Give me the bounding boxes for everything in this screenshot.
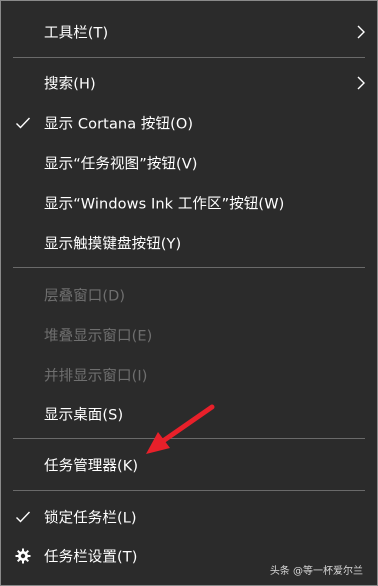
menu-item-cascade-windows: 层叠窗口(D)	[1, 275, 377, 315]
menu-item-label: 显示触摸键盘按钮(Y)	[44, 236, 182, 253]
menu-item-side-by-side-windows: 并排显示窗口(I)	[1, 355, 377, 395]
menu-item-show-task-view-button[interactable]: 显示“任务视图”按钮(V)	[1, 143, 377, 183]
menu-item-label: 显示桌面(S)	[44, 407, 124, 424]
menu-item-show-desktop[interactable]: 显示桌面(S)	[1, 394, 377, 434]
chevron-right-icon	[357, 25, 365, 39]
taskbar-context-menu: 工具栏(T) 搜索(H) 显示 Cortana 按钮(O) 显示“任务视图”按钮…	[0, 0, 378, 586]
menu-item-show-cortana-button[interactable]: 显示 Cortana 按钮(O)	[1, 103, 377, 143]
menu-item-label: 显示“Windows Ink 工作区”按钮(W)	[44, 196, 285, 213]
menu-item-show-touch-keyboard-button[interactable]: 显示触摸键盘按钮(Y)	[1, 223, 377, 263]
menu-item-label: 任务管理器(K)	[44, 458, 139, 475]
menu-item-show-windows-ink-button[interactable]: 显示“Windows Ink 工作区”按钮(W)	[1, 183, 377, 223]
menu-separator	[13, 267, 365, 268]
checkmark-icon	[16, 117, 31, 129]
menu-item-label: 显示“任务视图”按钮(V)	[44, 156, 198, 173]
menu-item-label: 层叠窗口(D)	[44, 288, 126, 305]
menu-separator	[13, 490, 365, 491]
menu-item-label: 工具栏(T)	[44, 25, 109, 42]
menu-separator	[13, 438, 365, 439]
menu-item-lock-taskbar[interactable]: 锁定任务栏(L)	[1, 497, 377, 537]
menu-item-search[interactable]: 搜索(H)	[1, 63, 377, 103]
menu-item-stack-windows: 堆叠显示窗口(E)	[1, 315, 377, 355]
menu-item-label: 显示 Cortana 按钮(O)	[44, 116, 194, 133]
menu-item-label: 搜索(H)	[44, 76, 96, 93]
menu-item-task-manager[interactable]: 任务管理器(K)	[1, 445, 377, 485]
gear-icon	[15, 548, 31, 564]
menu-item-label: 任务栏设置(T)	[44, 549, 138, 566]
menu-item-label: 锁定任务栏(L)	[44, 510, 137, 527]
menu-separator	[13, 57, 365, 58]
checkmark-icon	[16, 511, 31, 523]
menu-item-label: 堆叠显示窗口(E)	[44, 328, 153, 345]
menu-item-label: 并排显示窗口(I)	[44, 368, 148, 385]
chevron-right-icon	[357, 76, 365, 90]
menu-item-toolbars[interactable]: 工具栏(T)	[1, 12, 377, 52]
watermark-text: 头条 @等一杯爱尔兰	[269, 566, 363, 577]
